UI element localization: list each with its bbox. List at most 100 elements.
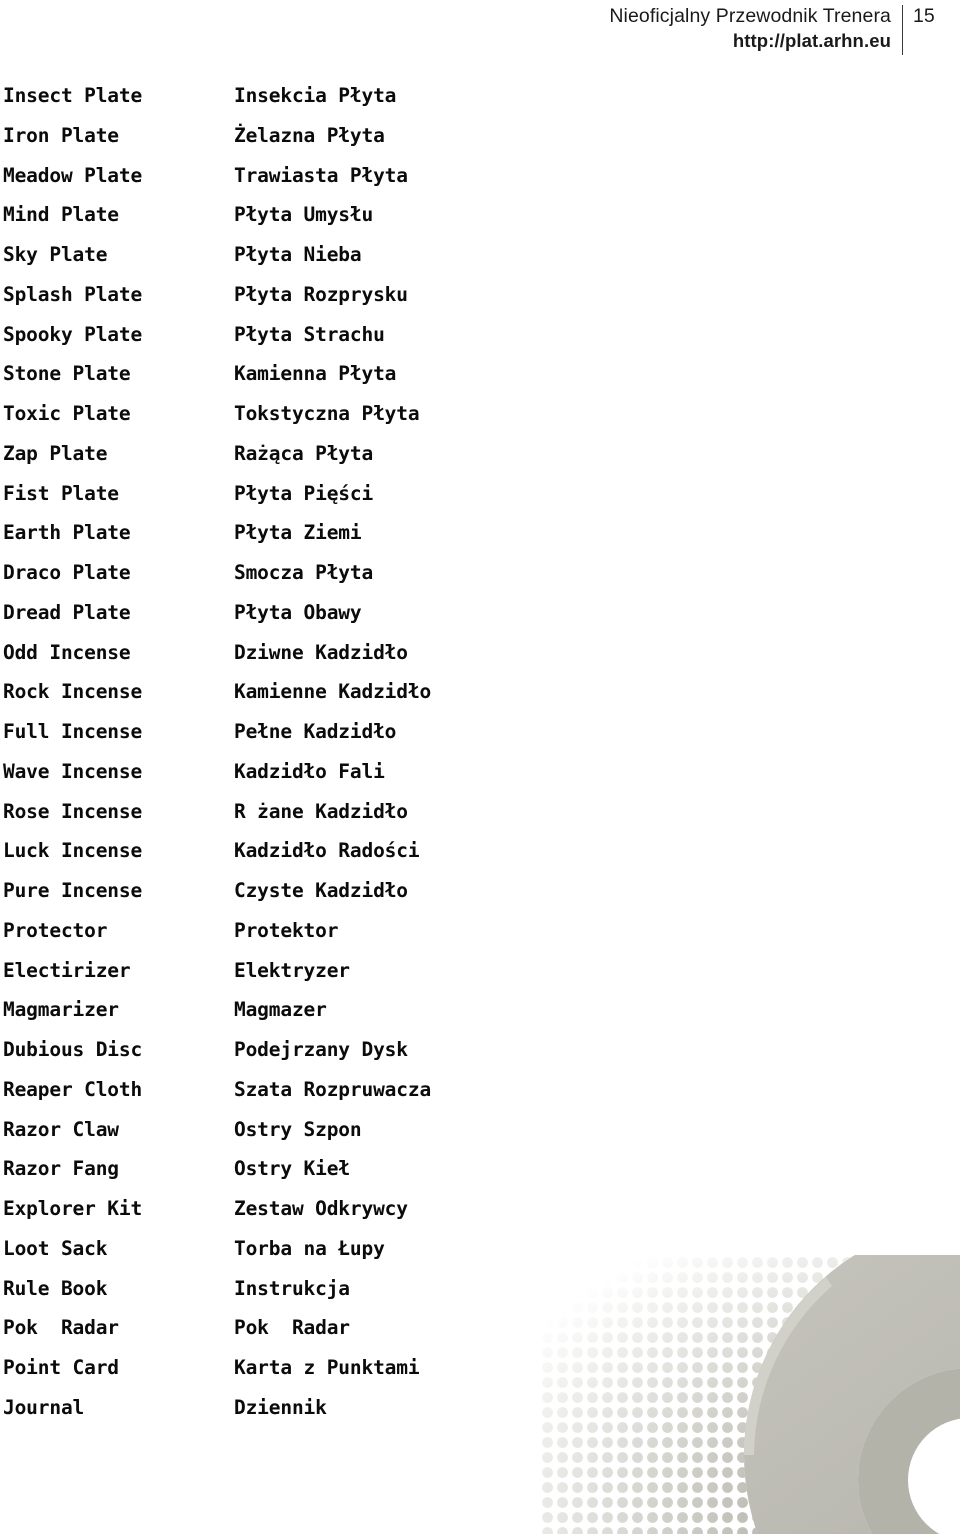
- term-polish: Szata Rozpruwacza: [234, 1077, 432, 1101]
- term-english: Rose Incense: [3, 799, 143, 823]
- pokeball-lower-notch: [736, 1501, 892, 1534]
- table-row: Insect Plate Insekcia Płyta: [0, 76, 960, 116]
- term-polish: R żane Kadzidło: [234, 799, 408, 823]
- term-english: Explorer Kit: [3, 1197, 143, 1220]
- term-polish: Żelazna Płyta: [234, 123, 385, 147]
- table-row: Point Card Karta z Punktami: [0, 1348, 960, 1388]
- term-english: Loot Sack: [3, 1236, 108, 1260]
- term-english: Pok Radar: [3, 1316, 119, 1340]
- term-english: Full Incense: [3, 720, 143, 743]
- term-english: Odd Incense: [3, 640, 131, 664]
- term-polish: Tokstyczna Płyta: [234, 402, 420, 425]
- table-row: Pure Incense Czyste Kadzidło: [0, 871, 960, 911]
- table-row: Electirizer Elektryzer: [0, 951, 960, 991]
- table-row: Mind Plate Płyta Umysłu: [0, 195, 960, 235]
- term-polish: Dziennik: [234, 1395, 327, 1419]
- term-polish: Płyta Nieba: [234, 243, 362, 266]
- table-row: Razor Claw Ostry Szpon: [0, 1110, 960, 1150]
- table-row: Magmarizer Magmazer: [0, 990, 960, 1030]
- table-row: Rose Incense R żane Kadzidło: [0, 792, 960, 832]
- term-polish: Dziwne Kadzidło: [234, 640, 408, 664]
- term-polish: Torba na Łupy: [234, 1236, 385, 1260]
- term-polish: Ostry Kieł: [234, 1157, 350, 1181]
- term-english: Sky Plate: [3, 243, 108, 266]
- term-polish: Trawiasta Płyta: [234, 163, 408, 187]
- term-polish: Płyta Rozprysku: [234, 282, 408, 306]
- table-row: Spooky Plate Płyta Strachu: [0, 315, 960, 355]
- term-english: Dread Plate: [3, 600, 131, 624]
- term-english: Mind Plate: [3, 203, 119, 227]
- term-polish: Podejrzany Dysk: [234, 1038, 408, 1061]
- term-english: Splash Plate: [3, 282, 143, 306]
- term-english: Pure Incense: [3, 879, 143, 902]
- term-polish: Kamienna Płyta: [234, 362, 397, 386]
- header-url: http://plat.arhn.eu: [732, 30, 891, 51]
- running-header: Nieoficjalny Przewodnik Trenera http://p…: [0, 0, 960, 62]
- term-english: Magmarizer: [3, 998, 119, 1022]
- term-polish: Pok Radar: [234, 1316, 350, 1340]
- table-row: Journal Dziennik: [0, 1388, 960, 1428]
- term-english: Luck Incense: [3, 839, 143, 863]
- table-row: Toxic Plate Tokstyczna Płyta: [0, 394, 960, 434]
- term-english: Dubious Disc: [3, 1038, 143, 1061]
- term-english: Journal: [3, 1395, 85, 1419]
- table-row: Zap Plate Rażąca Płyta: [0, 434, 960, 474]
- term-polish: Płyta Pięści: [234, 481, 374, 505]
- header-title: Nieoficjalny Przewodnik Trenera: [609, 5, 891, 27]
- term-polish: Płyta Umysłu: [234, 203, 374, 227]
- term-english: Electirizer: [3, 958, 131, 982]
- header-divider-rule: [902, 5, 904, 55]
- table-row: Fist Plate Płyta Pięści: [0, 474, 960, 514]
- term-polish: Płyta Strachu: [234, 322, 385, 346]
- term-english: Iron Plate: [3, 123, 119, 147]
- term-english: Rock Incense: [3, 680, 143, 704]
- term-english: Reaper Cloth: [3, 1077, 143, 1101]
- table-row: Rock Incense Kamienne Kadzidło: [0, 672, 960, 712]
- term-polish: Karta z Punktami: [234, 1356, 420, 1379]
- term-english: Rule Book: [3, 1276, 108, 1300]
- table-row: Draco Plate Smocza Płyta: [0, 553, 960, 593]
- term-english: Draco Plate: [3, 561, 131, 584]
- term-polish: Płyta Obawy: [234, 600, 362, 624]
- table-row: Odd Incense Dziwne Kadzidło: [0, 633, 960, 673]
- table-row: Dubious Disc Podejrzany Dysk: [0, 1030, 960, 1070]
- table-row: Stone Plate Kamienna Płyta: [0, 354, 960, 394]
- page-number: 15: [913, 5, 935, 27]
- page-canvas: Nieoficjalny Przewodnik Trenera http://p…: [0, 0, 960, 1534]
- term-polish: Pełne Kadzidło: [234, 720, 397, 743]
- table-row: Sky Plate Płyta Nieba: [0, 235, 960, 275]
- term-english: Earth Plate: [3, 521, 131, 545]
- term-english: Fist Plate: [3, 481, 119, 505]
- term-english: Stone Plate: [3, 362, 131, 386]
- table-row: Full Incense Pełne Kadzidło: [0, 712, 960, 752]
- term-english: Razor Fang: [3, 1157, 119, 1181]
- term-english: Insect Plate: [3, 84, 143, 107]
- term-english: Meadow Plate: [3, 163, 143, 187]
- term-polish: Smocza Płyta: [234, 561, 374, 584]
- term-polish: Rażąca Płyta: [234, 441, 374, 465]
- term-polish: Ostry Szpon: [234, 1117, 362, 1141]
- table-row: Explorer Kit Zestaw Odkrywcy: [0, 1189, 960, 1229]
- term-polish: Insekcia Płyta: [234, 84, 397, 107]
- term-polish: Kadzidło Fali: [234, 759, 385, 783]
- table-row: Iron Plate Żelazna Płyta: [0, 116, 960, 156]
- table-row: Pok Radar Pok Radar: [0, 1308, 960, 1348]
- table-row: Dread Plate Płyta Obawy: [0, 593, 960, 633]
- term-polish: Zestaw Odkrywcy: [234, 1197, 408, 1220]
- term-english: Zap Plate: [3, 441, 108, 465]
- term-english: Protector: [3, 918, 108, 942]
- table-row: Splash Plate Płyta Rozprysku: [0, 275, 960, 315]
- term-english: Spooky Plate: [3, 322, 143, 346]
- table-row: Luck Incense Kadzidło Radości: [0, 831, 960, 871]
- term-polish: Czyste Kadzidło: [234, 879, 408, 902]
- table-row: Earth Plate Płyta Ziemi: [0, 513, 960, 553]
- term-english: Wave Incense: [3, 759, 143, 783]
- term-polish: Instrukcja: [234, 1276, 350, 1300]
- term-polish: Kamienne Kadzidło: [234, 680, 432, 704]
- term-polish: Kadzidło Radości: [234, 839, 420, 863]
- term-english: Point Card: [3, 1356, 119, 1379]
- table-row: Wave Incense Kadzidło Fali: [0, 752, 960, 792]
- term-polish: Elektryzer: [234, 958, 350, 982]
- table-row: Reaper Cloth Szata Rozpruwacza: [0, 1070, 960, 1110]
- term-english: Razor Claw: [3, 1117, 119, 1141]
